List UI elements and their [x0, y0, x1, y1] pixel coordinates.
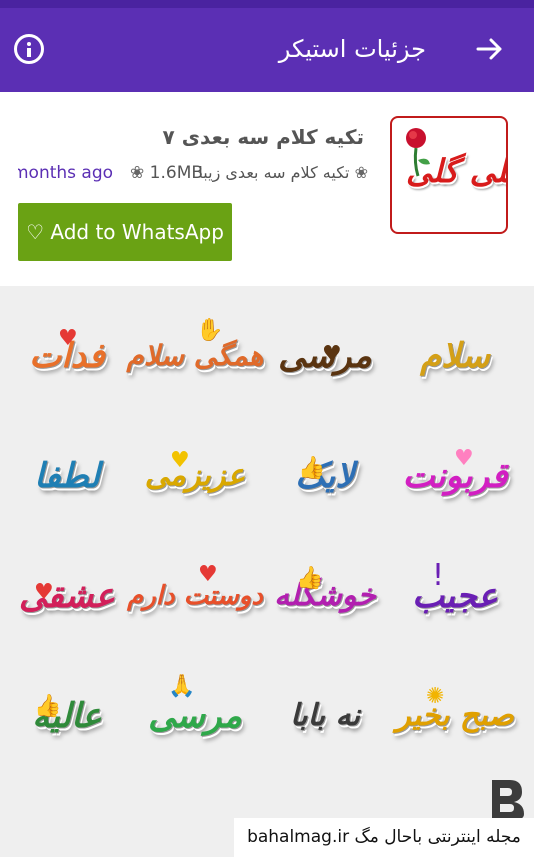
- add-to-whatsapp-button[interactable]: ♡ Add to WhatsApp: [18, 203, 232, 261]
- app-bar: جزئیات استیکر: [0, 8, 534, 92]
- heart-icon: ♥: [34, 580, 54, 605]
- sticker-azizami[interactable]: عزیزمی: [140, 426, 250, 526]
- sticker-grid: سلام مرسی همگی سلام فدات قربونت لایک عزی…: [0, 286, 534, 816]
- sticker-eshghi[interactable]: عشقی: [12, 546, 122, 646]
- sticker-salam[interactable]: سلام: [400, 306, 510, 406]
- sticker-sobh-bekheir[interactable]: صبح بخیر: [396, 666, 514, 766]
- thumbs-up-icon: 👍: [34, 694, 62, 719]
- pack-thumbnail: خیلی گلی: [390, 116, 508, 234]
- exclamation-icon: !: [432, 558, 445, 593]
- heart-icon: ♥: [170, 448, 190, 473]
- sticker-aliye[interactable]: عالیه: [12, 666, 122, 766]
- arrow-right-icon[interactable]: [474, 33, 506, 65]
- pack-size-value: 1.6MB: [149, 163, 204, 183]
- pack-meta: months ago ❀ 1.6MB ❀ تکیه کلام سه بعدی ز…: [18, 163, 368, 187]
- sticker-hamegi-salam[interactable]: همگی سلام: [126, 306, 263, 406]
- sun-icon: ✺: [426, 684, 445, 709]
- pack-size: ❀ 1.6MB: [130, 163, 203, 183]
- heart-icon: ♥: [454, 446, 474, 471]
- sticker-dooset-daram[interactable]: دوستت دارم: [127, 546, 263, 646]
- bahalmag-logo-icon: [492, 780, 524, 820]
- updated-time: months ago: [18, 163, 114, 183]
- pack-author: ❀ تکیه کلام سه بعدی زیبا: [198, 163, 368, 182]
- flower-icon: ❀: [354, 163, 368, 182]
- heart-icon: ♥: [322, 342, 342, 367]
- sticker-ajib[interactable]: عجیب: [400, 546, 510, 646]
- sticker-lotfan[interactable]: لطفا: [12, 426, 122, 526]
- sticker-fadat[interactable]: فدات: [12, 306, 122, 406]
- sticker-khoshgele[interactable]: خوشگله: [270, 546, 380, 646]
- pack-details: خیلی گلی تکیه کلام سه بعدی ۷ months ago …: [0, 92, 534, 286]
- thumbnail-text: خیلی گلی: [406, 152, 507, 190]
- flower-icon: ❀: [130, 163, 145, 183]
- status-bar: [0, 0, 534, 8]
- info-icon[interactable]: [14, 34, 44, 64]
- page-title: جزئیات استیکر: [278, 35, 426, 63]
- pack-author-value: تکیه کلام سه بعدی زیبا: [198, 163, 350, 182]
- watermark-text: bahalmag.ir مجله اینترنتی باحال مگ: [234, 818, 534, 857]
- heart-icon: ♥: [58, 326, 78, 351]
- hand-icon: ✋: [196, 318, 224, 343]
- pack-name: تکیه کلام سه بعدی ۷: [162, 125, 364, 149]
- heart-icon: ♥: [198, 562, 218, 587]
- praying-hands-icon: 🙏: [168, 674, 196, 699]
- sticker-ghorbonet[interactable]: قربونت: [400, 426, 510, 526]
- sticker-na-baba[interactable]: نه بابا: [270, 666, 380, 766]
- thumbs-up-icon: 👍: [296, 566, 324, 591]
- thumbs-up-icon: 👍: [298, 456, 326, 481]
